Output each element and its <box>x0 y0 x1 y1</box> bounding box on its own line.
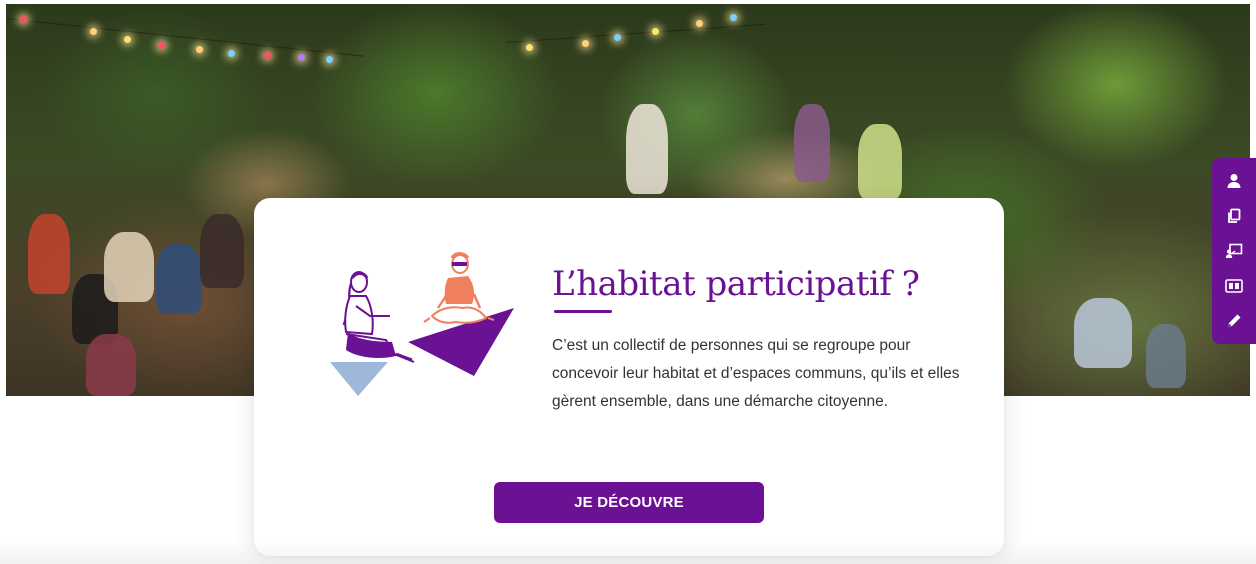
light-bulb <box>730 14 737 21</box>
discover-button[interactable]: JE DÉCOUVRE <box>494 482 764 523</box>
side-toolbar <box>1212 158 1256 344</box>
light-bulb <box>20 16 27 23</box>
light-bulb <box>526 44 533 51</box>
light-bulb <box>696 20 703 27</box>
guest-figure <box>1146 324 1186 388</box>
guest-figure <box>626 104 668 194</box>
presentation-icon[interactable] <box>1219 237 1249 265</box>
people-sitting-illustration <box>330 252 514 396</box>
title-underline <box>554 310 612 313</box>
light-bulb <box>158 42 165 49</box>
light-bulb <box>652 28 659 35</box>
guest-figure <box>794 104 830 182</box>
guest-figure <box>28 214 70 294</box>
light-bulb <box>326 56 333 63</box>
card-description: C’est un collectif de personnes qui se r… <box>552 337 960 410</box>
copy-icon[interactable] <box>1219 202 1249 230</box>
light-bulb <box>124 36 131 43</box>
guest-figure <box>200 214 244 288</box>
pencil-icon[interactable] <box>1219 307 1249 335</box>
id-card-icon[interactable] <box>1219 272 1249 300</box>
light-bulb <box>90 28 97 35</box>
card-title: L’habitat participatif ? <box>552 264 920 304</box>
string-lights <box>6 18 365 57</box>
light-bulb <box>264 52 271 59</box>
guest-figure <box>858 124 902 200</box>
guest-figure <box>104 232 154 302</box>
user-icon[interactable] <box>1219 167 1249 195</box>
guest-figure <box>156 244 202 314</box>
guest-figure <box>86 334 136 396</box>
light-bulb <box>228 50 235 57</box>
light-bulb <box>196 46 203 53</box>
string-lights <box>505 23 766 43</box>
light-bulb <box>582 40 589 47</box>
intro-card: L’habitat participatif ? C’est un collec… <box>254 198 1004 556</box>
light-bulb <box>614 34 621 41</box>
light-bulb <box>298 54 305 61</box>
page-bottom-shade <box>0 540 1256 564</box>
guest-figure <box>1074 298 1132 368</box>
